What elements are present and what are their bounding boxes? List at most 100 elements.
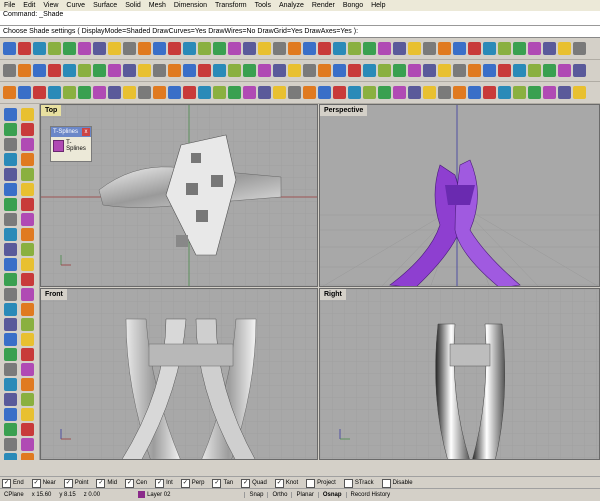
left-toolbar-tool-icon[interactable] — [21, 108, 34, 121]
menu-mesh[interactable]: Mesh — [145, 0, 170, 11]
menu-tools[interactable]: Tools — [251, 0, 275, 11]
toolbar-tool-icon[interactable] — [63, 64, 76, 77]
viewport-front-title[interactable]: Front — [41, 289, 67, 300]
left-toolbar-tool-icon[interactable] — [4, 213, 17, 226]
osnap-quad-toggle[interactable]: ✓ Quad — [241, 478, 267, 488]
toolbar-tool-icon[interactable] — [318, 86, 331, 99]
toolbar-tool-icon[interactable] — [378, 42, 391, 55]
toolbar-tool-icon[interactable] — [48, 64, 61, 77]
left-toolbar-tool-icon[interactable] — [4, 153, 17, 166]
tsplines-button[interactable]: T-Splines — [53, 140, 89, 152]
viewport-perspective-canvas[interactable] — [320, 105, 600, 287]
viewport-right-canvas[interactable] — [320, 289, 600, 460]
toolbar-tool-icon[interactable] — [273, 86, 286, 99]
checkbox-icon[interactable]: ✓ — [125, 478, 135, 488]
toolbar-tool-icon[interactable] — [348, 86, 361, 99]
toolbar-tool-icon[interactable] — [333, 86, 346, 99]
toolbar-tool-icon[interactable] — [108, 64, 121, 77]
toolbar-tool-icon[interactable] — [93, 64, 106, 77]
toolbar-tool-icon[interactable] — [258, 86, 271, 99]
toolbar-tool-icon[interactable] — [3, 86, 16, 99]
toolbar-tool-icon[interactable] — [213, 64, 226, 77]
toolbar-tool-icon[interactable] — [138, 86, 151, 99]
toolbar-tool-icon[interactable] — [168, 64, 181, 77]
checkbox-icon[interactable] — [343, 478, 353, 488]
left-toolbar-tool-icon[interactable] — [21, 138, 34, 151]
left-toolbar-tool-icon[interactable] — [4, 288, 17, 301]
left-toolbar-tool-icon[interactable] — [21, 153, 34, 166]
toolbar-tool-icon[interactable] — [213, 42, 226, 55]
toolbar-tool-icon[interactable] — [18, 64, 31, 77]
left-toolbar-tool-icon[interactable] — [21, 363, 34, 376]
menu-analyze[interactable]: Analyze — [275, 0, 308, 11]
left-toolbar-tool-icon[interactable] — [4, 138, 17, 151]
osnap-point-toggle[interactable]: ✓ Point — [63, 478, 88, 488]
toolbar-tool-icon[interactable] — [108, 42, 121, 55]
toolbar-tool-icon[interactable] — [153, 42, 166, 55]
toolbar-tool-icon[interactable] — [438, 64, 451, 77]
left-toolbar-tool-icon[interactable] — [4, 318, 17, 331]
toolbar-tool-icon[interactable] — [363, 86, 376, 99]
toolbar-tool-icon[interactable] — [3, 64, 16, 77]
toolbar-tool-icon[interactable] — [3, 42, 16, 55]
command-prompt[interactable]: Choose Shade settings ( DisplayMode=Shad… — [0, 26, 600, 38]
toolbar-tool-icon[interactable] — [273, 64, 286, 77]
toolbar-tool-icon[interactable] — [183, 42, 196, 55]
checkbox-icon[interactable] — [381, 478, 391, 488]
toolbar-tool-icon[interactable] — [123, 86, 136, 99]
toolbar-tool-icon[interactable] — [468, 64, 481, 77]
viewport-perspective[interactable]: Perspective — [319, 104, 600, 287]
toolbar-tool-icon[interactable] — [228, 42, 241, 55]
toolbar-tool-icon[interactable] — [438, 86, 451, 99]
checkbox-icon[interactable]: ✓ — [31, 478, 41, 488]
menu-file[interactable]: File — [0, 0, 19, 11]
toolbar-tool-icon[interactable] — [93, 42, 106, 55]
checkbox-icon[interactable]: ✓ — [241, 478, 251, 488]
toolbar-tool-icon[interactable] — [258, 42, 271, 55]
toolbar-tool-icon[interactable] — [78, 42, 91, 55]
toolbar-tool-icon[interactable] — [243, 86, 256, 99]
toolbar-tool-icon[interactable] — [288, 86, 301, 99]
viewport-right-title[interactable]: Right — [320, 289, 346, 300]
viewport-front-canvas[interactable] — [41, 289, 318, 460]
toolbar-tool-icon[interactable] — [213, 86, 226, 99]
left-toolbar-tool-icon[interactable] — [21, 408, 34, 421]
osnap-project-toggle[interactable]: Project — [306, 478, 336, 488]
toolbar-tool-icon[interactable] — [513, 64, 526, 77]
status-layer[interactable]: Layer 02 — [134, 491, 174, 499]
toolbar-tool-icon[interactable] — [438, 42, 451, 55]
osnap-knot-toggle[interactable]: ✓ Knot — [274, 478, 298, 488]
toolbar-tool-icon[interactable] — [153, 64, 166, 77]
menu-edit[interactable]: Edit — [19, 0, 39, 11]
toolbar-tool-icon[interactable] — [393, 42, 406, 55]
checkbox-icon[interactable]: ✓ — [96, 478, 106, 488]
left-toolbar-tool-icon[interactable] — [21, 348, 34, 361]
left-toolbar-tool-icon[interactable] — [4, 273, 17, 286]
left-toolbar-tool-icon[interactable] — [4, 123, 17, 136]
osnap-mid-toggle[interactable]: ✓ Mid — [96, 478, 117, 488]
toolbar-tool-icon[interactable] — [273, 42, 286, 55]
toolbar-tool-icon[interactable] — [543, 86, 556, 99]
toolbar-tool-icon[interactable] — [558, 64, 571, 77]
left-toolbar-tool-icon[interactable] — [21, 243, 34, 256]
toolbar-tool-icon[interactable] — [408, 86, 421, 99]
left-toolbar-tool-icon[interactable] — [4, 108, 17, 121]
toolbar-tool-icon[interactable] — [303, 86, 316, 99]
osnap-button[interactable]: Osnap — [317, 492, 346, 498]
toolbar-tool-icon[interactable] — [183, 86, 196, 99]
toolbar-tool-icon[interactable] — [198, 42, 211, 55]
osnap-int-toggle[interactable]: ✓ Int — [155, 478, 173, 488]
toolbar-tool-icon[interactable] — [423, 64, 436, 77]
left-toolbar-tool-icon[interactable] — [21, 228, 34, 241]
toolbar-tool-icon[interactable] — [528, 86, 541, 99]
left-toolbar-tool-icon[interactable] — [4, 333, 17, 346]
left-toolbar-tool-icon[interactable] — [21, 213, 34, 226]
toolbar-tool-icon[interactable] — [378, 86, 391, 99]
checkbox-icon[interactable]: ✓ — [2, 478, 11, 488]
checkbox-icon[interactable] — [306, 478, 316, 488]
toolbar-tool-icon[interactable] — [153, 86, 166, 99]
toolbar-tool-icon[interactable] — [228, 86, 241, 99]
toolbar-tool-icon[interactable] — [123, 64, 136, 77]
checkbox-icon[interactable]: ✓ — [212, 478, 222, 488]
toolbar-tool-icon[interactable] — [78, 86, 91, 99]
